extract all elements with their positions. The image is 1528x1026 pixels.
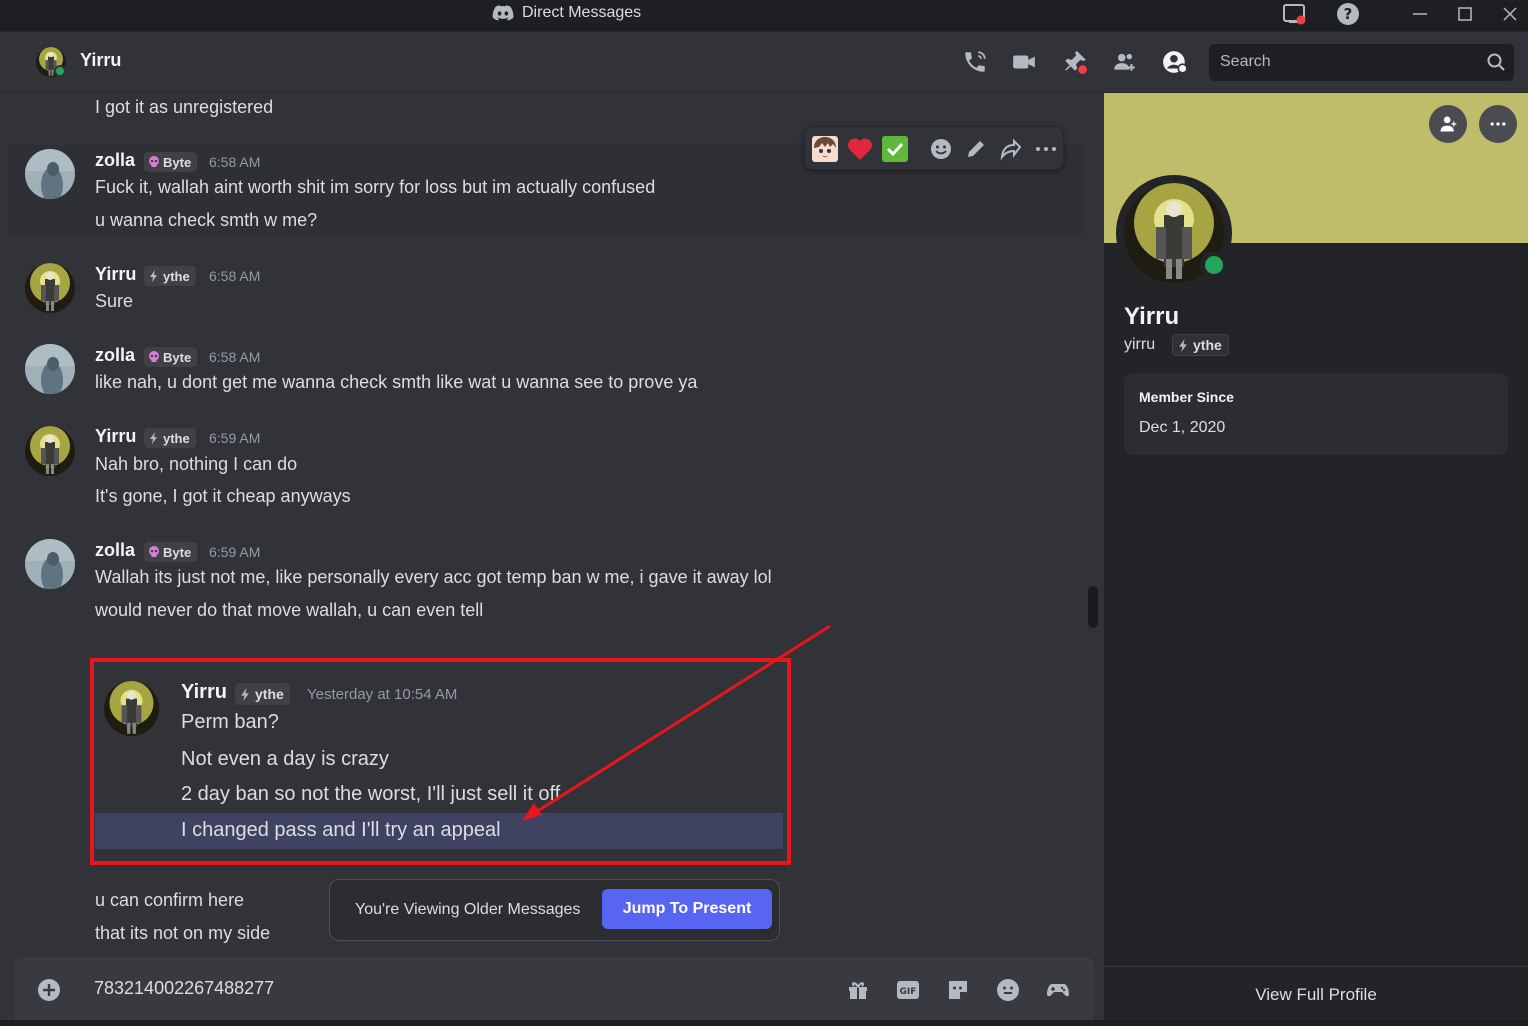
pinned-messages-icon[interactable]: [1062, 49, 1088, 75]
profile-footer: View Full Profile: [1104, 966, 1528, 1021]
online-status-icon: [54, 65, 66, 77]
header-username[interactable]: Yirru: [80, 50, 121, 71]
message-composer[interactable]: 783214002267488277 GIF: [14, 957, 1094, 1021]
user-profile-toggle-icon[interactable]: [1162, 49, 1188, 75]
message-list[interactable]: I got it as unregistered zolla Byte 6:58…: [0, 93, 1104, 1021]
sticker-icon[interactable]: [946, 978, 970, 1002]
message-input[interactable]: 783214002267488277: [94, 978, 274, 999]
search-placeholder: Search: [1220, 53, 1271, 70]
user-profile-panel: Yirru yirru ythe Member Since Dec 1, 202…: [1104, 93, 1528, 1021]
upload-plus-icon[interactable]: [37, 978, 61, 1002]
member-since-label: Member Since: [1139, 389, 1234, 405]
member-since-card: Member Since Dec 1, 2020: [1124, 373, 1508, 455]
more-options-icon: [1488, 114, 1508, 134]
add-friend-button[interactable]: [1429, 105, 1467, 143]
dm-header: Yirru Search: [0, 32, 1528, 93]
gif-label: GIF: [900, 987, 917, 997]
activities-controller-icon[interactable]: [1046, 978, 1070, 1002]
window-title-text: Direct Messages: [522, 4, 642, 21]
bottom-edge: [0, 1020, 1528, 1026]
older-messages-bar: You're Viewing Older Messages Jump To Pr…: [329, 879, 780, 941]
profile-display-name: Yirru: [1124, 303, 1180, 330]
add-friend-icon: [1438, 114, 1458, 134]
gift-icon[interactable]: [846, 978, 870, 1002]
svg-text:?: ?: [1344, 5, 1353, 23]
online-status-icon: [1200, 251, 1228, 279]
older-messages-label: You're Viewing Older Messages: [355, 901, 581, 918]
close-icon[interactable]: [1498, 2, 1522, 26]
video-call-icon[interactable]: [1011, 49, 1037, 75]
profile-avatar[interactable]: [1116, 175, 1232, 291]
profile-username: yirru: [1124, 336, 1156, 353]
maximize-icon[interactable]: [1453, 2, 1477, 26]
add-friends-to-dm-icon[interactable]: [1112, 49, 1138, 75]
minimize-icon[interactable]: [1408, 2, 1432, 26]
scrollbar-thumb[interactable]: [1088, 586, 1098, 628]
guild-tag-badge[interactable]: ythe: [1172, 334, 1229, 356]
message-text: that its not on my side: [95, 923, 271, 943]
view-full-profile-button[interactable]: View Full Profile: [1104, 985, 1528, 1005]
app-window: Yirru Search I got it as unregistered zo…: [0, 31, 1528, 1021]
search-input[interactable]: Search: [1209, 44, 1514, 81]
title-bar: Direct Messages ?: [0, 0, 1528, 31]
lightning-icon: [1177, 338, 1190, 352]
gif-icon[interactable]: GIF: [896, 978, 920, 1002]
emoji-icon[interactable]: [996, 978, 1020, 1002]
voice-call-icon[interactable]: [962, 49, 988, 75]
inbox-icon[interactable]: [1282, 2, 1306, 26]
jump-to-present-button[interactable]: Jump To Present: [602, 889, 772, 929]
search-icon: [1486, 52, 1506, 72]
guild-tag-label: ythe: [1193, 337, 1222, 353]
member-since-date: Dec 1, 2020: [1139, 419, 1226, 436]
header-avatar[interactable]: [36, 47, 66, 77]
profile-more-button[interactable]: [1479, 105, 1517, 143]
window-title: Direct Messages: [492, 2, 641, 24]
discord-logo-icon: [492, 4, 514, 22]
help-icon[interactable]: ?: [1336, 2, 1360, 26]
message-text: u can confirm here: [95, 890, 245, 910]
